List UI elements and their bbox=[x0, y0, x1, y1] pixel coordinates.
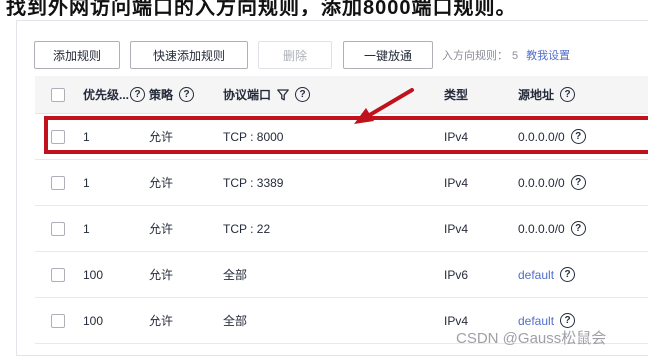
question-circle-icon[interactable]: ? bbox=[560, 267, 576, 282]
table-row: 1 允许 TCP : 3389 IPv4 0.0.0.0/0 ? bbox=[35, 160, 648, 206]
cell-protocol-port: TCP : 8000 bbox=[223, 129, 284, 144]
delete-button[interactable]: 删除 bbox=[258, 41, 332, 69]
top-caption: 找到外网访问端口的入方向规则，添加8000端口规则。 bbox=[6, 0, 517, 16]
cell-protocol-port: 全部 bbox=[223, 268, 248, 282]
cell-priority: 100 bbox=[83, 267, 104, 282]
select-all-checkbox[interactable] bbox=[51, 87, 65, 102]
table-header: 优先级... ? 策略 ? 协议端口 ? 类型 源地址 ? bbox=[35, 76, 648, 114]
header-type: 类型 bbox=[444, 76, 468, 113]
cell-type: IPv6 bbox=[444, 267, 469, 282]
row-checkbox[interactable] bbox=[51, 313, 65, 328]
cell-type: IPv4 bbox=[444, 221, 469, 236]
header-policy: 策略 ? bbox=[149, 76, 195, 113]
question-circle-icon[interactable]: ? bbox=[130, 87, 146, 102]
question-circle-icon[interactable]: ? bbox=[560, 87, 576, 102]
row-checkbox[interactable] bbox=[51, 221, 65, 236]
question-circle-icon[interactable]: ? bbox=[570, 221, 586, 236]
inbound-rule-number: 5 bbox=[512, 50, 519, 62]
rules-toolbar: 添加规则 快速添加规则 删除 一键放通 入方向规则： 5 教我设置 bbox=[34, 40, 570, 70]
cell-priority: 1 bbox=[83, 129, 90, 144]
header-source: 源地址 ? bbox=[518, 76, 576, 113]
header-source-label: 源地址 bbox=[518, 88, 555, 102]
cell-protocol-port: TCP : 22 bbox=[223, 221, 271, 236]
add-rule-button[interactable]: 添加规则 bbox=[34, 41, 120, 69]
cell-source: default ? bbox=[518, 252, 576, 297]
row-checkbox[interactable] bbox=[51, 129, 65, 144]
header-priority: 优先级... ? bbox=[83, 76, 146, 113]
source-default-link[interactable]: default bbox=[518, 314, 554, 328]
header-policy-label: 策略 bbox=[149, 88, 174, 102]
question-circle-icon[interactable]: ? bbox=[570, 175, 586, 190]
cell-policy: 允许 bbox=[149, 222, 174, 236]
cell-protocol-port: TCP : 3389 bbox=[223, 175, 284, 190]
one-click-open-button[interactable]: 一键放通 bbox=[343, 41, 433, 69]
header-protocol-port: 协议端口 ? bbox=[223, 76, 311, 113]
filter-funnel-icon[interactable] bbox=[277, 88, 289, 101]
cell-source-value: 0.0.0.0/0 bbox=[518, 175, 565, 190]
top-caption-strip: 找到外网访问端口的入方向规则，添加8000端口规则。 bbox=[0, 0, 648, 16]
header-priority-label: 优先级... bbox=[83, 88, 130, 102]
cell-type: IPv4 bbox=[444, 129, 469, 144]
cell-priority: 1 bbox=[83, 221, 90, 236]
inbound-rule-label: 入方向规则： bbox=[442, 50, 508, 62]
cell-policy: 允许 bbox=[149, 268, 174, 282]
table-row: 1 允许 TCP : 8000 IPv4 0.0.0.0/0 ? bbox=[35, 114, 648, 160]
cell-policy: 允许 bbox=[149, 176, 174, 190]
inbound-rule-count: 入方向规则： 5 bbox=[442, 47, 518, 63]
cell-protocol-port: 全部 bbox=[223, 314, 248, 328]
question-circle-icon[interactable]: ? bbox=[179, 87, 195, 102]
watermark: CSDN @Gauss松鼠会 bbox=[456, 330, 607, 347]
cell-source-value: 0.0.0.0/0 bbox=[518, 129, 565, 144]
cell-type: IPv4 bbox=[444, 175, 469, 190]
header-type-label: 类型 bbox=[444, 88, 469, 102]
cell-source-value: 0.0.0.0/0 bbox=[518, 221, 565, 236]
row-checkbox[interactable] bbox=[51, 175, 65, 190]
question-circle-icon[interactable]: ? bbox=[295, 87, 311, 102]
quick-add-rule-button[interactable]: 快速添加规则 bbox=[130, 41, 248, 69]
header-protocol-port-label: 协议端口 bbox=[223, 88, 272, 102]
question-circle-icon[interactable]: ? bbox=[570, 129, 586, 144]
inbound-rules-table: 优先级... ? 策略 ? 协议端口 ? 类型 源地址 ? 1 允许 TCP :… bbox=[35, 76, 648, 344]
table-row: 100 允许 全部 IPv6 default ? bbox=[35, 252, 648, 298]
cell-policy: 允许 bbox=[149, 314, 174, 328]
question-circle-icon[interactable]: ? bbox=[560, 313, 576, 328]
row-checkbox[interactable] bbox=[51, 267, 65, 282]
cell-source: 0.0.0.0/0 ? bbox=[518, 160, 586, 205]
cell-policy: 允许 bbox=[149, 130, 174, 144]
cell-source: 0.0.0.0/0 ? bbox=[518, 206, 586, 251]
cell-priority: 1 bbox=[83, 175, 90, 190]
table-row: 1 允许 TCP : 22 IPv4 0.0.0.0/0 ? bbox=[35, 206, 648, 252]
cell-source: 0.0.0.0/0 ? bbox=[518, 114, 586, 159]
cell-priority: 100 bbox=[83, 313, 104, 328]
source-default-link[interactable]: default bbox=[518, 268, 554, 282]
help-setup-link[interactable]: 教我设置 bbox=[526, 47, 570, 63]
